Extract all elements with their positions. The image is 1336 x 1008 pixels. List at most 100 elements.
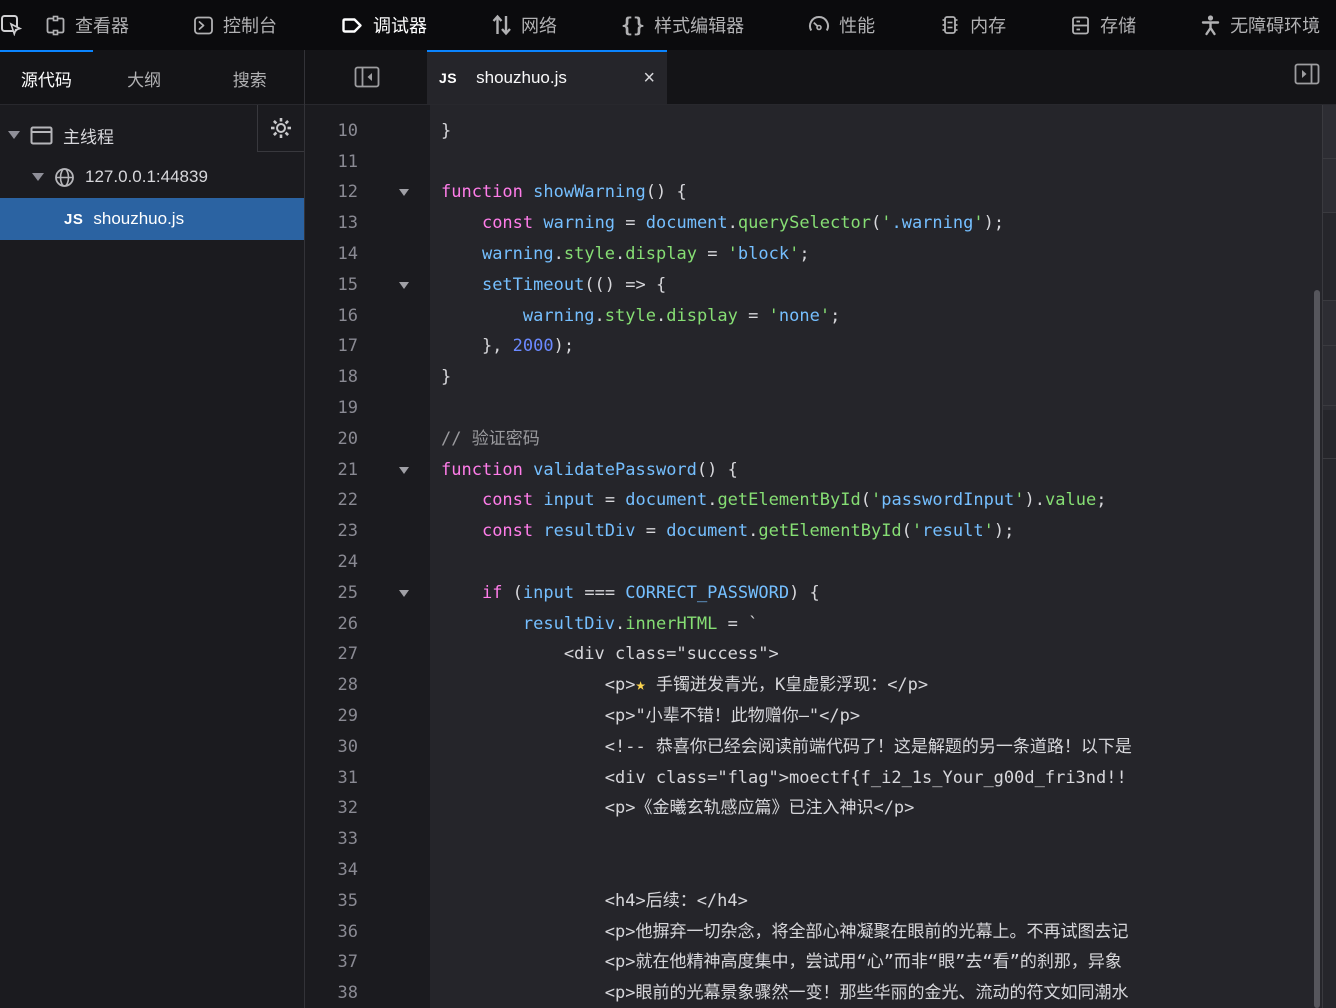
js-file-icon: JS — [439, 70, 457, 86]
code-text[interactable]: <p>《金曦玄轨感应篇》已注入神识</p> — [441, 793, 1336, 824]
line-number[interactable]: 26 — [305, 609, 358, 640]
line-number[interactable]: 20 — [305, 424, 358, 455]
tab-inspector[interactable]: 查看器 — [30, 0, 144, 50]
tab-debugger[interactable]: 调试器 — [326, 0, 442, 50]
code-text[interactable] — [441, 105, 1336, 116]
line-number[interactable]: 13 — [305, 208, 358, 239]
caret-down-icon[interactable] — [32, 173, 44, 181]
code-text[interactable]: <p>就在他精神高度集中，尝试用“心”而非“眼”去“看”的刹那，异象 — [441, 947, 1336, 978]
line-number[interactable]: 19 — [305, 393, 358, 424]
code-text[interactable] — [441, 147, 1336, 178]
close-tab-icon[interactable]: × — [643, 68, 655, 88]
code-text[interactable]: <p>他摒弃一切杂念，将全部心神凝聚在眼前的光幕上。不再试图去记 — [441, 917, 1336, 948]
tab-style-editor[interactable]: {} 样式编辑器 — [606, 0, 759, 50]
line-number[interactable]: 32 — [305, 793, 358, 824]
tree-item-host[interactable]: 127.0.0.1:44839 — [0, 156, 304, 198]
tab-outline[interactable]: 大纲 — [93, 50, 196, 104]
code-line: 13 const warning = document.querySelecto… — [305, 208, 1336, 239]
collapse-sidebar-button[interactable] — [343, 50, 391, 104]
pick-element-icon — [0, 14, 22, 36]
line-number[interactable]: 28 — [305, 670, 358, 701]
tab-search[interactable]: 搜索 — [195, 50, 304, 104]
line-number[interactable]: 31 — [305, 763, 358, 794]
sources-settings-button[interactable] — [257, 105, 304, 152]
code-text[interactable] — [441, 547, 1336, 578]
code-text[interactable]: <p>眼前的光幕景象骤然一变！那些华丽的金光、流动的符文如同潮水 — [441, 978, 1336, 1008]
line-number[interactable]: 14 — [305, 239, 358, 270]
code-text[interactable]: <p>★ 手镯迸发青光，K皇虚影浮现：</p> — [441, 670, 1336, 701]
code-line: 29 <p>"小辈不错！此物赠你—"</p> — [305, 701, 1336, 732]
line-number[interactable]: 11 — [305, 147, 358, 178]
code-text[interactable]: <p>"小辈不错！此物赠你—"</p> — [441, 701, 1336, 732]
code-text[interactable]: if (input === CORRECT_PASSWORD) { — [441, 578, 1336, 609]
line-number[interactable]: 22 — [305, 485, 358, 516]
line-number[interactable]: 16 — [305, 301, 358, 332]
fold-caret-icon[interactable] — [399, 467, 409, 474]
fold-caret-icon[interactable] — [399, 590, 409, 597]
code-line: 38 <p>眼前的光幕景象骤然一变！那些华丽的金光、流动的符文如同潮水 — [305, 978, 1336, 1008]
caret-down-icon[interactable] — [8, 131, 20, 139]
tab-storage[interactable]: 存储 — [1055, 0, 1151, 50]
line-number[interactable]: 33 — [305, 824, 358, 855]
code-text[interactable]: function showWarning() { — [441, 177, 1336, 208]
tab-console[interactable]: 控制台 — [178, 0, 292, 50]
code-text[interactable]: warning.style.display = 'none'; — [441, 301, 1336, 332]
code-text[interactable]: resultDiv.innerHTML = ` — [441, 609, 1336, 640]
inspector-icon — [45, 15, 66, 36]
code-text[interactable]: setTimeout(() => { — [441, 270, 1336, 301]
line-number[interactable]: 23 — [305, 516, 358, 547]
expand-panel-button[interactable] — [1294, 63, 1320, 90]
line-number[interactable]: 34 — [305, 855, 358, 886]
code-text[interactable]: <div class="flag">moectf{f_i2_1s_Your_g0… — [441, 763, 1336, 794]
line-number[interactable]: 12 — [305, 177, 358, 208]
fold-column — [358, 516, 441, 547]
line-number[interactable]: 24 — [305, 547, 358, 578]
line-number[interactable]: 37 — [305, 947, 358, 978]
line-number[interactable]: 38 — [305, 978, 358, 1008]
code-text[interactable]: const warning = document.querySelector('… — [441, 208, 1336, 239]
code-line: 15 setTimeout(() => { — [305, 270, 1336, 301]
file-tab-shouzhuo[interactable]: JS shouzhuo.js × — [427, 50, 667, 104]
line-number[interactable]: 9 — [305, 105, 358, 116]
code-text[interactable] — [441, 855, 1336, 886]
tab-storage-label: 存储 — [1100, 12, 1136, 38]
code-editor[interactable]: 910}1112function showWarning() {13 const… — [305, 105, 1336, 1008]
line-number[interactable]: 36 — [305, 917, 358, 948]
pick-element-button[interactable] — [0, 0, 22, 50]
code-text[interactable]: } — [441, 116, 1336, 147]
code-text[interactable]: function validatePassword() { — [441, 455, 1336, 486]
code-text[interactable] — [441, 393, 1336, 424]
vertical-scrollbar[interactable] — [1314, 290, 1320, 1008]
code-text[interactable]: <div class="success"> — [441, 639, 1336, 670]
line-number[interactable]: 10 — [305, 116, 358, 147]
tab-network[interactable]: 网络 — [476, 0, 572, 50]
tab-memory[interactable]: 内存 — [924, 0, 1021, 50]
tab-sources[interactable]: 源代码 — [0, 50, 93, 104]
line-number[interactable]: 30 — [305, 732, 358, 763]
tree-item-file-shouzhuo[interactable]: JS shouzhuo.js — [0, 198, 304, 240]
code-text[interactable] — [441, 824, 1336, 855]
code-text[interactable]: const input = document.getElementById('p… — [441, 485, 1336, 516]
fold-caret-icon[interactable] — [399, 189, 409, 196]
line-number[interactable]: 25 — [305, 578, 358, 609]
debugger-panel: 源代码 大纲 搜索 — [0, 50, 1336, 1008]
line-number[interactable]: 18 — [305, 362, 358, 393]
line-number[interactable]: 27 — [305, 639, 358, 670]
line-number[interactable]: 15 — [305, 270, 358, 301]
line-number[interactable]: 29 — [305, 701, 358, 732]
line-number[interactable]: 35 — [305, 886, 358, 917]
tab-performance[interactable]: 性能 — [793, 0, 890, 50]
code-text[interactable]: warning.style.display = 'block'; — [441, 239, 1336, 270]
fold-column — [358, 485, 441, 516]
code-text[interactable]: <!-- 恭喜你已经会阅读前端代码了！这是解题的另一条道路！以下是 — [441, 732, 1336, 763]
line-number[interactable]: 17 — [305, 331, 358, 362]
code-text[interactable]: }, 2000); — [441, 331, 1336, 362]
code-line: 9 — [305, 105, 1336, 116]
code-text[interactable]: } — [441, 362, 1336, 393]
code-text[interactable]: const resultDiv = document.getElementByI… — [441, 516, 1336, 547]
code-text[interactable]: // 验证密码 — [441, 424, 1336, 455]
fold-caret-icon[interactable] — [399, 282, 409, 289]
line-number[interactable]: 21 — [305, 455, 358, 486]
tab-accessibility[interactable]: 无障碍环境 — [1185, 0, 1335, 50]
code-text[interactable]: <h4>后续：</h4> — [441, 886, 1336, 917]
